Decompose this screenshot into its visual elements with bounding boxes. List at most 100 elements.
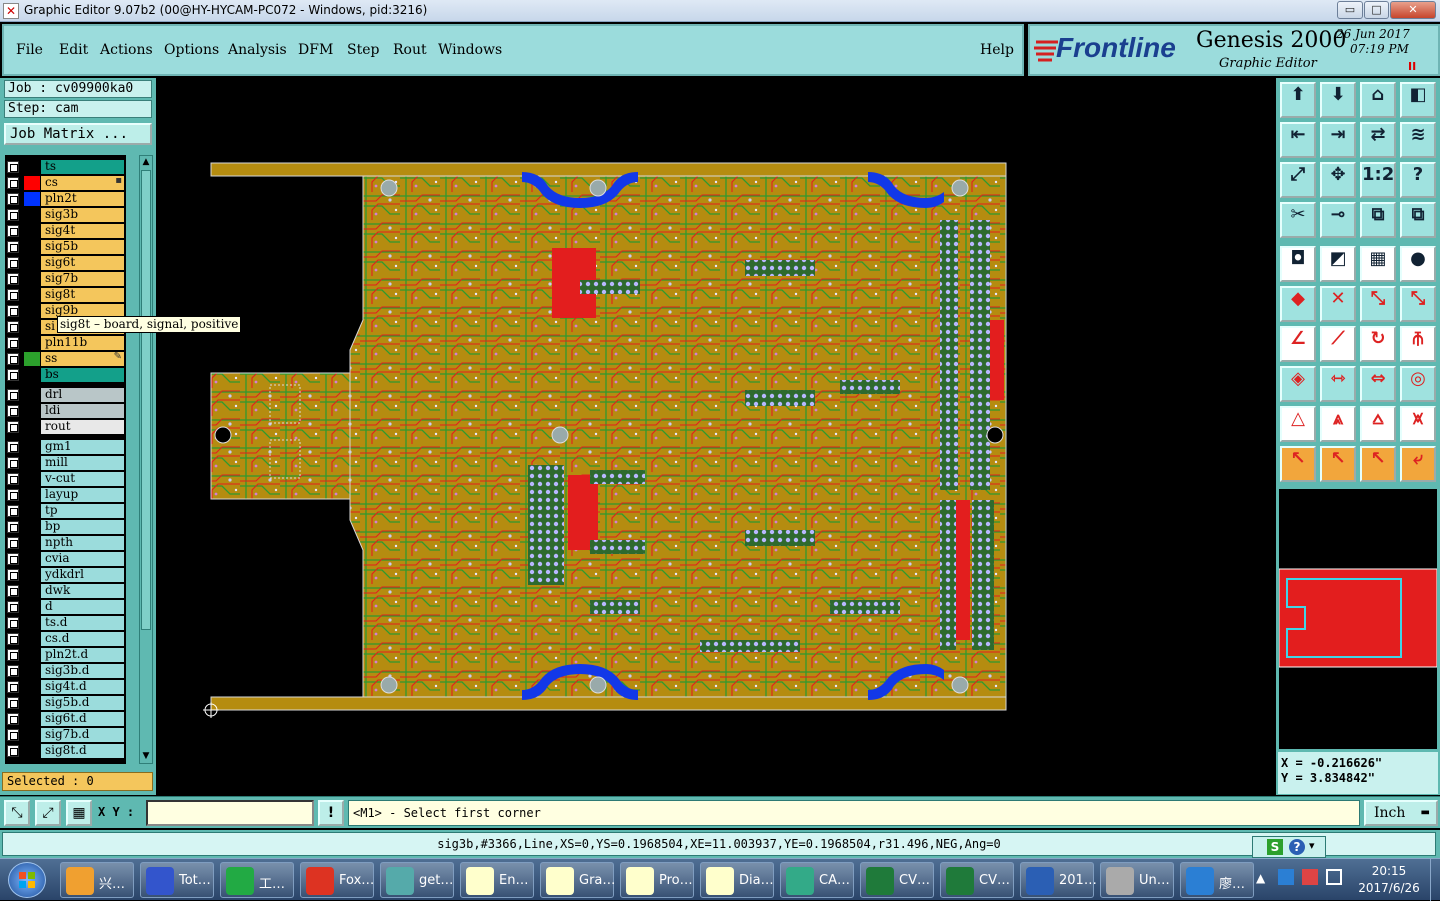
- layer-row-d[interactable]: d: [5, 599, 126, 614]
- graphic-canvas[interactable]: [160, 80, 1274, 794]
- select-round-tool-button[interactable]: ↖: [1360, 446, 1396, 482]
- layer-row-sig3b[interactable]: sig3b: [5, 207, 126, 222]
- menu-help[interactable]: Help: [980, 42, 1014, 58]
- layer-row-sig4t-d[interactable]: sig4t.d: [5, 679, 126, 694]
- copy-tool-button[interactable]: ◈: [1280, 366, 1316, 402]
- layer-checkbox[interactable]: [7, 729, 19, 741]
- zoom-ratio-button[interactable]: 1:2: [1360, 162, 1396, 198]
- taskbar-item[interactable]: get…: [380, 862, 454, 898]
- select-tool-button[interactable]: ↖: [1280, 446, 1316, 482]
- layer-color-swatch[interactable]: [24, 224, 40, 238]
- arc-tool-b-button[interactable]: ⩟: [1360, 406, 1396, 442]
- wave-tool-button[interactable]: ≋: [1400, 122, 1436, 158]
- slash-tool-button[interactable]: ⟋: [1320, 326, 1356, 362]
- menu-step[interactable]: Step: [347, 42, 379, 58]
- snap-tool-button[interactable]: ⊸: [1320, 202, 1356, 238]
- alert-button[interactable]: !: [318, 800, 344, 826]
- layer-row-sig5b[interactable]: sig5b: [5, 239, 126, 254]
- layer-row-sig3b-d[interactable]: sig3b.d: [5, 663, 126, 678]
- menu-analysis[interactable]: Analysis: [228, 42, 287, 58]
- layer-checkbox[interactable]: [7, 257, 19, 269]
- layer-checkbox[interactable]: [7, 457, 19, 469]
- menu-actions[interactable]: Actions: [100, 42, 153, 58]
- layer-checkbox[interactable]: [7, 553, 19, 565]
- layer-color-swatch[interactable]: [24, 288, 40, 302]
- arc-tool-a-button[interactable]: ⩓: [1320, 406, 1356, 442]
- layer-checkbox[interactable]: [7, 305, 19, 317]
- layer-checkbox[interactable]: [7, 601, 19, 613]
- layer-checkbox[interactable]: [7, 681, 19, 693]
- taskbar-item[interactable]: 工…: [220, 862, 294, 898]
- layer-color-swatch[interactable]: [24, 696, 40, 710]
- layer-checkbox[interactable]: [7, 273, 19, 285]
- mini-map-view[interactable]: [1278, 489, 1438, 749]
- layer-row-dwk[interactable]: dwk: [5, 583, 126, 598]
- layer-color-swatch[interactable]: [24, 388, 40, 402]
- layer-color-swatch[interactable]: [24, 256, 40, 270]
- scroll-up-icon[interactable]: ▲: [141, 157, 151, 167]
- layer-checkbox[interactable]: [7, 321, 19, 333]
- close-button[interactable]: ✕: [1390, 1, 1436, 19]
- menu-windows[interactable]: Windows: [438, 42, 502, 58]
- stretch-tool-button[interactable]: ⇿: [1320, 366, 1356, 402]
- layer-row-v-cut[interactable]: v-cut: [5, 471, 126, 486]
- layer-color-swatch[interactable]: [24, 552, 40, 566]
- layer-row-layup[interactable]: layup: [5, 487, 126, 502]
- line-tool-a-button[interactable]: ⤡: [1360, 286, 1396, 322]
- pad-tool-button[interactable]: ●: [1400, 246, 1436, 282]
- layer-row-ts[interactable]: ts: [5, 159, 126, 174]
- layer-row-bs[interactable]: bs: [5, 367, 126, 382]
- layer-row-ldi[interactable]: ldi: [5, 403, 126, 418]
- fill-tool-button[interactable]: ◘: [1280, 246, 1316, 282]
- shape-tool-button[interactable]: ◩: [1320, 246, 1356, 282]
- layer-color-swatch[interactable]: [24, 160, 40, 174]
- layer-color-swatch[interactable]: [24, 536, 40, 550]
- layer-checkbox[interactable]: [7, 665, 19, 677]
- s-icon[interactable]: S: [1267, 839, 1283, 855]
- pan-left-button[interactable]: ⇤: [1280, 122, 1316, 158]
- tray-arrow-icon[interactable]: ▲: [1256, 871, 1265, 885]
- zoom-fit-button[interactable]: ⤢: [1280, 162, 1316, 198]
- zoom-center-button[interactable]: ✥: [1320, 162, 1356, 198]
- dropdown-icon[interactable]: ▾: [1309, 839, 1315, 852]
- layer-color-swatch[interactable]: [24, 472, 40, 486]
- layer-checkbox[interactable]: [7, 193, 19, 205]
- layer-color-swatch[interactable]: [24, 744, 40, 758]
- ruler-tool-button[interactable]: ▦: [1360, 246, 1396, 282]
- layer-checkbox[interactable]: [7, 697, 19, 709]
- cut-tool-button[interactable]: ✂: [1280, 202, 1316, 238]
- rotate-tool-button[interactable]: ↻: [1360, 326, 1396, 362]
- line-tool-b-button[interactable]: ⤡: [1400, 286, 1436, 322]
- layer-color-swatch[interactable]: [24, 192, 40, 206]
- layer-row-bp[interactable]: bp: [5, 519, 126, 534]
- minimize-button[interactable]: ▭: [1337, 1, 1363, 19]
- layer-color-swatch[interactable]: [24, 352, 40, 366]
- layer-color-swatch[interactable]: [24, 368, 40, 382]
- layer-checkbox[interactable]: [7, 473, 19, 485]
- layer-checkbox[interactable]: [7, 353, 19, 365]
- angle-tool-button[interactable]: ∠: [1280, 326, 1316, 362]
- taskbar-item[interactable]: CV…: [860, 862, 934, 898]
- layer-row-pln2t-d[interactable]: pln2t.d: [5, 647, 126, 662]
- layer-row-pln11b[interactable]: pln11b: [5, 335, 126, 350]
- menu-rout[interactable]: Rout: [393, 42, 427, 58]
- taskbar-item[interactable]: CA…: [780, 862, 854, 898]
- step-down-button[interactable]: ⬇: [1320, 82, 1356, 118]
- taskbar-item[interactable]: 廖…: [1180, 862, 1254, 898]
- layer-color-swatch[interactable]: [24, 208, 40, 222]
- tray-app-icon[interactable]: [1278, 869, 1294, 885]
- zoom-window-button[interactable]: ⤡: [4, 800, 30, 826]
- arc-tool-c-button[interactable]: ⩙: [1400, 406, 1436, 442]
- layer-color-swatch[interactable]: [24, 420, 40, 434]
- scroll-down-icon[interactable]: ▼: [141, 751, 151, 761]
- layer-color-swatch[interactable]: [24, 712, 40, 726]
- help-icon[interactable]: ?: [1289, 839, 1305, 855]
- layer-row-cs[interactable]: cs ▪: [5, 175, 126, 190]
- layer-checkbox[interactable]: [7, 209, 19, 221]
- layer-color-swatch[interactable]: [24, 616, 40, 630]
- tray-security-icon[interactable]: [1302, 869, 1318, 885]
- layer-row-ss[interactable]: ss ✎: [5, 351, 126, 366]
- layer-color-swatch[interactable]: [24, 440, 40, 454]
- layer-row-ydkdrl[interactable]: ydkdrl: [5, 567, 126, 582]
- layer-checkbox[interactable]: [7, 405, 19, 417]
